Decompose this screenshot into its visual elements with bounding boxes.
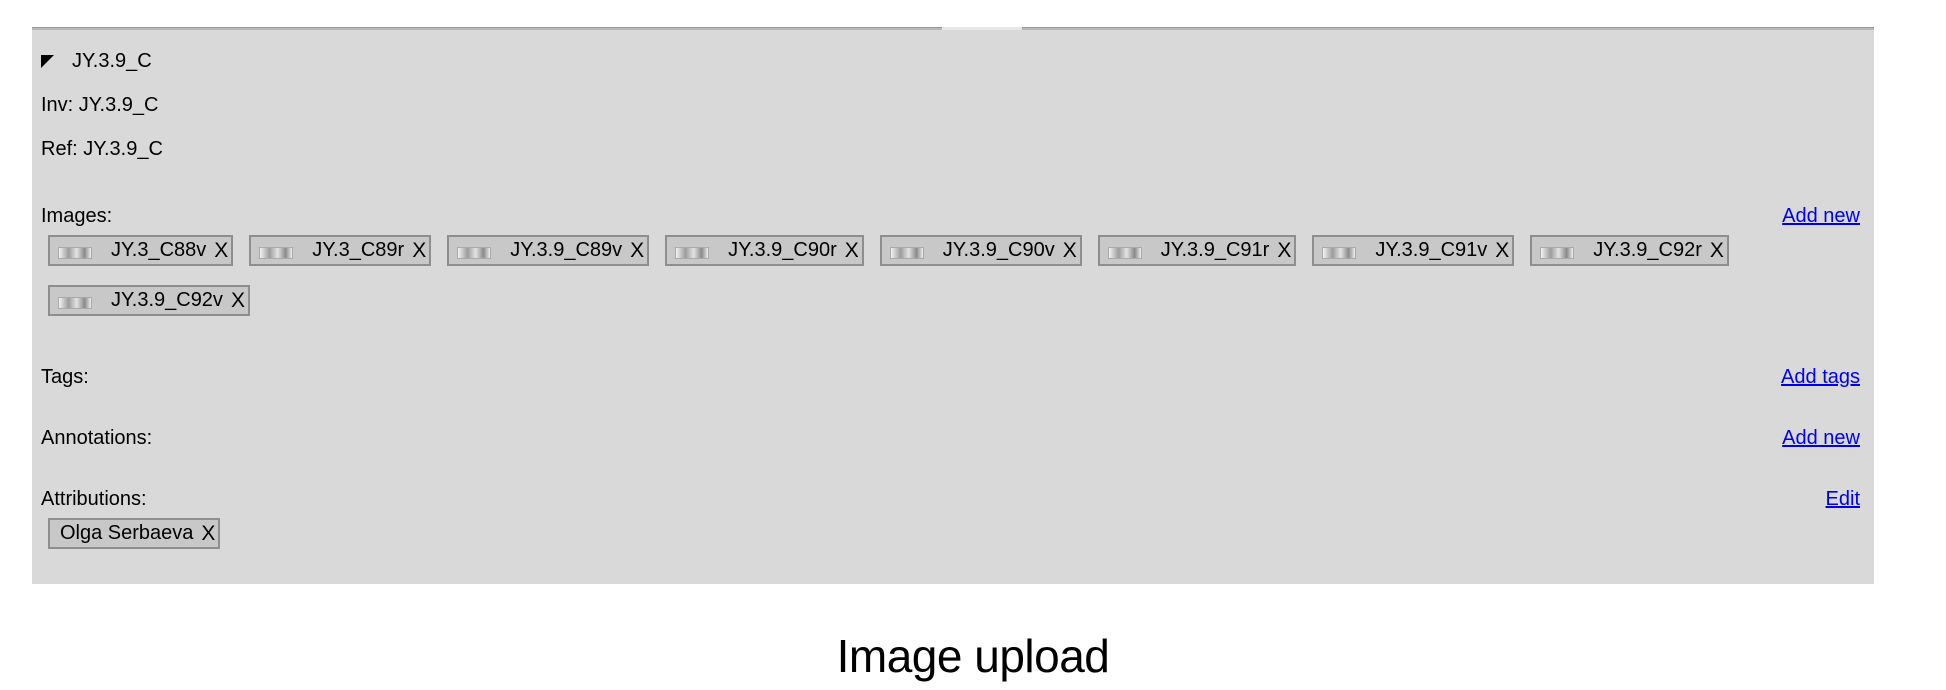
collapse-triangle-icon[interactable] <box>41 55 54 68</box>
image-chip[interactable]: JY.3.9_C91v X <box>1312 235 1515 266</box>
reference-number: Ref: JY.3.9_C <box>41 138 163 160</box>
record-header[interactable]: JY.3.9_C <box>41 50 152 73</box>
image-thumbnail-icon <box>1322 246 1357 259</box>
image-chip[interactable]: JY.3_C89r X <box>249 235 432 266</box>
image-chip[interactable]: JY.3.9_C90v X <box>879 235 1082 266</box>
image-chip[interactable]: JY.3.9_C91r X <box>1097 235 1297 266</box>
image-chip-label: JY.3.9_C90r <box>728 239 837 261</box>
remove-image-button[interactable]: X <box>630 239 647 263</box>
attributions-label: Attributions: <box>41 488 147 510</box>
image-thumbnail-icon <box>457 246 492 259</box>
remove-image-button[interactable]: X <box>1277 239 1294 263</box>
panel-drag-handle[interactable] <box>942 27 1022 30</box>
remove-image-button[interactable]: X <box>1710 239 1727 263</box>
image-chip[interactable]: JY.3.9_C92r X <box>1530 235 1729 266</box>
add-tags-link[interactable]: Add tags <box>1781 366 1860 389</box>
attribution-chip[interactable]: Olga Serbaeva X <box>48 518 221 549</box>
remove-image-button[interactable]: X <box>1063 239 1080 263</box>
record-panel: JY.3.9_C Inv: JY.3.9_C Ref: JY.3.9_C Ima… <box>32 27 1874 584</box>
images-label: Images: <box>41 205 113 227</box>
record-title: JY.3.9_C <box>72 50 152 72</box>
remove-image-button[interactable]: X <box>1495 239 1512 263</box>
remove-image-button[interactable]: X <box>845 239 862 263</box>
image-chip[interactable]: JY.3.9_C92v X <box>48 285 250 316</box>
annotations-label: Annotations: <box>41 427 153 449</box>
edit-attributions-link[interactable]: Edit <box>1826 488 1860 511</box>
image-chip-label: JY.3_C89r <box>312 239 405 261</box>
image-chip-label: JY.3.9_C90v <box>942 239 1055 261</box>
inventory-number: Inv: JY.3.9_C <box>41 94 159 116</box>
image-thumbnail-icon <box>58 246 92 259</box>
remove-attribution-button[interactable]: X <box>201 522 218 546</box>
page-caption: Image upload <box>836 630 1110 682</box>
add-image-link[interactable]: Add new <box>1782 205 1860 228</box>
image-chip-label: JY.3.9_C92v <box>111 289 223 311</box>
image-thumbnail-icon <box>675 246 710 259</box>
image-chip-label: JY.3.9_C89v <box>510 239 623 261</box>
image-chip[interactable]: JY.3_C88v X <box>48 235 234 266</box>
remove-image-button[interactable]: X <box>214 239 231 263</box>
remove-image-button[interactable]: X <box>412 239 429 263</box>
image-thumbnail-icon <box>1540 246 1575 259</box>
image-chip-label: JY.3_C88v <box>111 239 207 261</box>
image-chip[interactable]: JY.3.9_C89v X <box>447 235 650 266</box>
image-chip[interactable]: JY.3.9_C90r X <box>665 235 864 266</box>
image-thumbnail-icon <box>1107 246 1142 259</box>
tags-label: Tags: <box>41 366 89 388</box>
attribution-chip-label: Olga Serbaeva <box>60 522 194 544</box>
image-thumbnail-icon <box>58 296 92 309</box>
add-annotation-link[interactable]: Add new <box>1782 427 1860 450</box>
remove-image-button[interactable]: X <box>231 289 248 313</box>
image-chip-label: JY.3.9_C91v <box>1375 239 1488 261</box>
image-chip-label: JY.3.9_C91r <box>1160 239 1270 261</box>
image-thumbnail-icon <box>259 246 294 259</box>
image-thumbnail-icon <box>889 246 924 259</box>
image-chip-label: JY.3.9_C92r <box>1593 239 1702 261</box>
